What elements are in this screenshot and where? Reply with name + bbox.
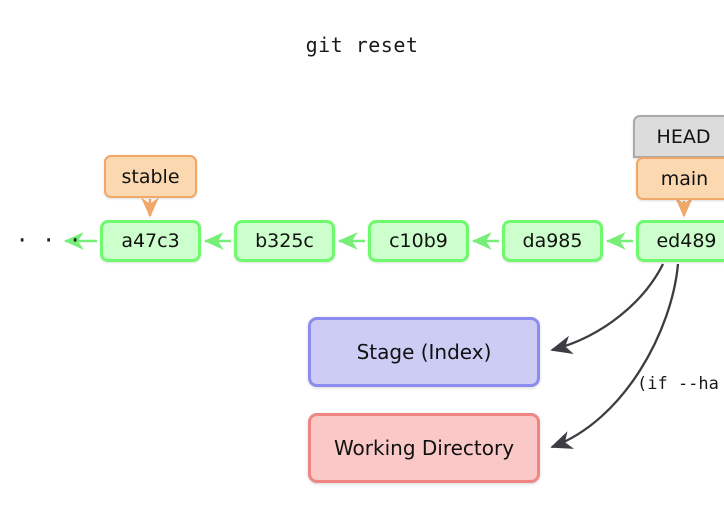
commit-node-b325c[interactable]: b325c [234,220,335,262]
ellipsis-dots: · · · [18,226,85,256]
stage-index-label: Stage (Index) [356,340,492,364]
head-ref[interactable]: HEAD [633,115,724,158]
commit-label: ed489 [656,230,717,252]
commit-node-ed489[interactable]: ed489 [636,220,724,262]
commit-node-c10b9[interactable]: c10b9 [368,220,469,262]
commit-label: da985 [522,230,583,252]
commit-node-da985[interactable]: da985 [502,220,603,262]
hard-flag-annotation: (if --ha [637,374,719,394]
branch-ref-main[interactable]: main [636,157,724,200]
diagram-canvas: git reset · · · a47c3 b325c c10b9 da985 … [0,0,724,521]
branch-ref-label: stable [121,165,180,188]
branch-ref-label: main [660,167,709,190]
commit-label: c10b9 [389,230,448,252]
diagram-title: git reset [305,33,419,57]
working-directory-box[interactable]: Working Directory [308,413,540,483]
working-directory-label: Working Directory [333,436,515,460]
commit-label: a47c3 [121,230,180,252]
arrow-ed489-stage [550,263,665,354]
commit-node-a47c3[interactable]: a47c3 [100,220,201,262]
arrow-ed489-working [550,263,680,449]
branch-ref-stable[interactable]: stable [104,155,197,198]
commit-label: b325c [255,230,314,252]
stage-index-box[interactable]: Stage (Index) [308,317,540,387]
head-ref-label: HEAD [656,125,711,148]
